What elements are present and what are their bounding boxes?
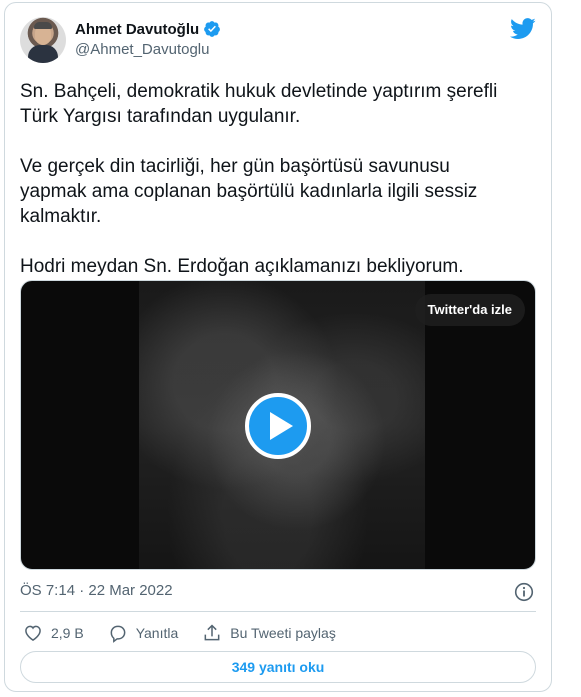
video-player[interactable]: Twitter'da izle [20, 280, 536, 570]
tweet-meta: ÖS 7:14 · 22 Mar 2022 [20, 582, 536, 602]
share-button[interactable]: Bu Tweeti paylaş [202, 623, 336, 643]
avatar[interactable] [20, 17, 66, 63]
handle[interactable]: @Ahmet_Davutoglu [75, 41, 221, 58]
like-button[interactable]: 2,9 B [23, 623, 84, 643]
reply-label: Yanıtla [135, 625, 179, 641]
play-button[interactable] [245, 393, 311, 459]
display-name[interactable]: Ahmet Davutoğlu [75, 21, 199, 38]
author-info[interactable]: Ahmet Davutoğlu @Ahmet_Davutoglu [75, 20, 221, 58]
play-icon [270, 412, 293, 440]
timestamp[interactable]: ÖS 7:14 · 22 Mar 2022 [20, 582, 173, 599]
info-icon[interactable] [514, 582, 534, 602]
share-icon [204, 624, 220, 641]
tweet-card: Ahmet Davutoğlu @Ahmet_Davutoglu Sn. Bah… [4, 2, 552, 692]
reply-button[interactable]: Yanıtla [108, 623, 179, 643]
tweet-header: Ahmet Davutoğlu @Ahmet_Davutoglu [20, 17, 536, 65]
watch-on-twitter-badge[interactable]: Twitter'da izle [414, 294, 525, 326]
like-count: 2,9 B [51, 625, 84, 641]
tweet-actions: 2,9 B Yanıtla Bu Tweeti paylaş [23, 622, 360, 644]
heart-icon [25, 625, 41, 641]
read-replies-button[interactable]: 349 yanıtı oku [20, 651, 536, 683]
divider [20, 611, 536, 612]
tweet-text: Sn. Bahçeli, demokratik hukuk devletinde… [20, 81, 498, 277]
share-label: Bu Tweeti paylaş [230, 625, 336, 641]
verified-badge-icon [204, 21, 221, 37]
reply-bubble-icon [110, 625, 126, 643]
twitter-bird-icon[interactable] [510, 17, 536, 41]
